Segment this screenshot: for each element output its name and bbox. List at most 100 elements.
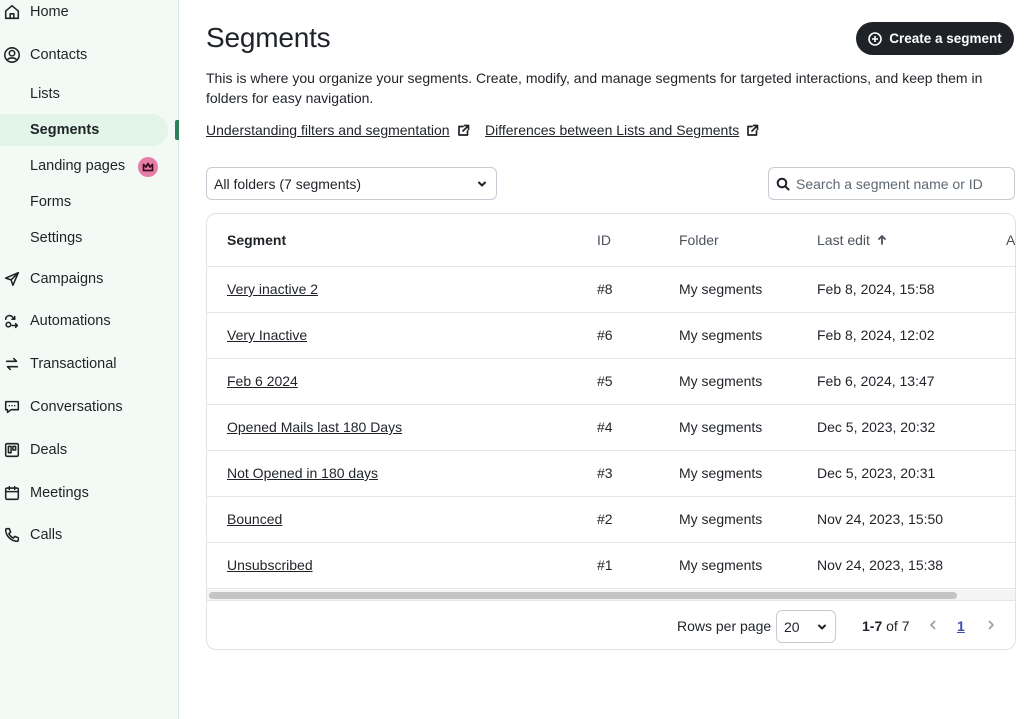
- table-row[interactable]: Feb 6 2024 #5 My segments Feb 6, 2024, 13:4…: [207, 359, 1015, 405]
- folder-select[interactable]: All folders (7 segments): [206, 167, 497, 200]
- pagination: Rows per page 20 1-7 of 7 1: [207, 603, 1015, 649]
- phone-icon: [2, 525, 22, 545]
- pagination-range-bold: 1-7: [862, 618, 883, 634]
- pagination-range-total: of 7: [882, 618, 910, 634]
- page-title: Segments: [206, 22, 331, 53]
- segment-name-link[interactable]: Unsubscribed: [227, 557, 313, 573]
- rows-per-page-select[interactable]: 20: [776, 610, 836, 643]
- chevron-down-icon: [476, 177, 488, 193]
- segment-id: #4: [597, 419, 613, 435]
- calendar-icon: [2, 483, 22, 503]
- segment-name-link[interactable]: Opened Mails last 180 Days: [227, 419, 402, 435]
- page-number-button[interactable]: 1: [957, 618, 965, 634]
- plus-circle-icon: [868, 31, 883, 46]
- segment-last-edit: Feb 6, 2024, 13:47: [817, 373, 935, 389]
- column-header-folder[interactable]: Folder: [679, 232, 719, 248]
- table-row[interactable]: Very inactive 2 #8 My segments Feb 8, 2024,…: [207, 267, 1015, 313]
- table-row[interactable]: Very Inactive #6 My segments Feb 8, 2024, 1…: [207, 313, 1015, 359]
- sidebar-item-meetings[interactable]: Meetings: [0, 476, 179, 510]
- main-content: Segments Create a segment This is where …: [180, 0, 1024, 719]
- sidebar-item-label: Lists: [30, 86, 60, 102]
- chevron-right-icon[interactable]: [985, 618, 997, 636]
- sidebar-item-conversations[interactable]: Conversations: [0, 390, 179, 424]
- folder-select-value: All folders (7 segments): [214, 175, 362, 192]
- segment-id: #1: [597, 557, 613, 573]
- table-row[interactable]: Bounced #2 My segments Nov 24, 2023, 15:50: [207, 497, 1015, 543]
- sidebar-item-contacts[interactable]: Contacts: [0, 38, 179, 72]
- segment-last-edit: Dec 5, 2023, 20:32: [817, 419, 936, 435]
- segment-name-link[interactable]: Feb 6 2024: [227, 373, 298, 389]
- column-header-truncated[interactable]: A: [1006, 232, 1015, 248]
- horizontal-scrollbar[interactable]: [209, 592, 957, 599]
- sidebar-item-label: Landing pages: [30, 158, 126, 174]
- link-lists-vs-segments[interactable]: Differences between Lists and Segments: [485, 122, 759, 138]
- automation-icon: [2, 311, 22, 331]
- external-link-icon: [457, 124, 469, 136]
- sidebar-item-deals[interactable]: Deals: [0, 433, 179, 467]
- search-input[interactable]: [796, 175, 996, 192]
- sidebar-item-settings[interactable]: Settings: [0, 222, 179, 254]
- sidebar-item-transactional[interactable]: Transactional: [0, 347, 179, 381]
- sidebar-item-forms[interactable]: Forms: [0, 186, 179, 218]
- segment-folder: My segments: [679, 465, 763, 481]
- sidebar-item-label: Deals: [30, 442, 68, 458]
- active-indicator: [175, 120, 179, 140]
- arrow-up-icon: [878, 235, 886, 245]
- segment-name-link[interactable]: Not Opened in 180 days: [227, 465, 378, 481]
- table-header: Segment ID Folder Last edit A: [207, 214, 1015, 267]
- sidebar-item-segments[interactable]: Segments: [0, 114, 179, 146]
- chat-icon: [2, 397, 22, 417]
- chevron-left-icon[interactable]: [927, 618, 939, 636]
- table-row[interactable]: Opened Mails last 180 Days #4 My segments D…: [207, 405, 1015, 451]
- segments-table: Segment ID Folder Last edit A Very inact…: [206, 213, 1016, 650]
- contacts-icon: [2, 45, 22, 65]
- segment-id: #8: [597, 281, 613, 297]
- column-header-id[interactable]: ID: [597, 232, 611, 248]
- segment-last-edit: Dec 5, 2023, 20:31: [817, 465, 936, 481]
- create-segment-label: Create a segment: [889, 31, 1002, 46]
- deals-icon: [2, 440, 22, 460]
- sidebar-item-label: Settings: [30, 230, 83, 246]
- sidebar-item-label: Meetings: [30, 485, 89, 501]
- rows-per-page-label: Rows per page: [677, 618, 772, 634]
- column-header-segment[interactable]: Segment: [227, 232, 286, 248]
- link-understanding-filters[interactable]: Understanding filters and segmentation: [206, 122, 470, 138]
- segment-folder: My segments: [679, 419, 763, 435]
- segment-last-edit: Nov 24, 2023, 15:38: [817, 557, 944, 573]
- search-icon: [776, 177, 790, 190]
- chevron-down-icon: [816, 620, 828, 636]
- segment-id: #3: [597, 465, 613, 481]
- sidebar-item-label: Transactional: [30, 356, 117, 372]
- sidebar-item-calls[interactable]: Calls: [0, 518, 179, 552]
- segment-name-link[interactable]: Very inactive 2: [227, 281, 318, 297]
- segment-id: #5: [597, 373, 613, 389]
- segment-folder: My segments: [679, 511, 763, 527]
- sidebar-item-label: Automations: [30, 313, 111, 329]
- table-row[interactable]: Not Opened in 180 days #3 My segments Dec 5…: [207, 451, 1015, 497]
- sidebar-item-label: Calls: [30, 527, 63, 543]
- sidebar-item-campaigns[interactable]: Campaigns: [0, 262, 179, 296]
- sidebar-item-automations[interactable]: Automations: [0, 304, 179, 338]
- search-box: [768, 167, 1015, 200]
- sidebar-item-home[interactable]: Home: [0, 0, 179, 29]
- segment-folder: My segments: [679, 281, 763, 297]
- column-header-label: Last edit: [817, 232, 870, 248]
- crown-icon: [138, 157, 158, 177]
- segment-name-link[interactable]: Very Inactive: [227, 327, 307, 343]
- table-row[interactable]: Unsubscribed #1 My segments Nov 24, 2023, 1…: [207, 543, 1015, 589]
- sidebar: Home Contacts Lists Segments Landing pag…: [0, 0, 179, 719]
- sidebar-item-lists[interactable]: Lists: [0, 78, 179, 110]
- segment-id: #6: [597, 327, 613, 343]
- sidebar-item-label: Segments: [30, 122, 100, 138]
- segment-last-edit: Feb 8, 2024, 12:02: [817, 327, 935, 343]
- sidebar-item-label: Contacts: [30, 47, 88, 63]
- sidebar-item-label: Campaigns: [30, 271, 104, 287]
- create-segment-button[interactable]: Create a segment: [856, 22, 1014, 55]
- sidebar-item-label: Conversations: [30, 399, 123, 415]
- column-header-last-edit[interactable]: Last edit: [817, 232, 888, 248]
- link-label: Differences between Lists and Segments: [485, 122, 740, 138]
- segment-name-link[interactable]: Bounced: [227, 511, 282, 527]
- sidebar-item-landing-pages[interactable]: Landing pages: [0, 150, 179, 182]
- segment-last-edit: Nov 24, 2023, 15:50: [817, 511, 944, 527]
- transfer-icon: [2, 354, 22, 374]
